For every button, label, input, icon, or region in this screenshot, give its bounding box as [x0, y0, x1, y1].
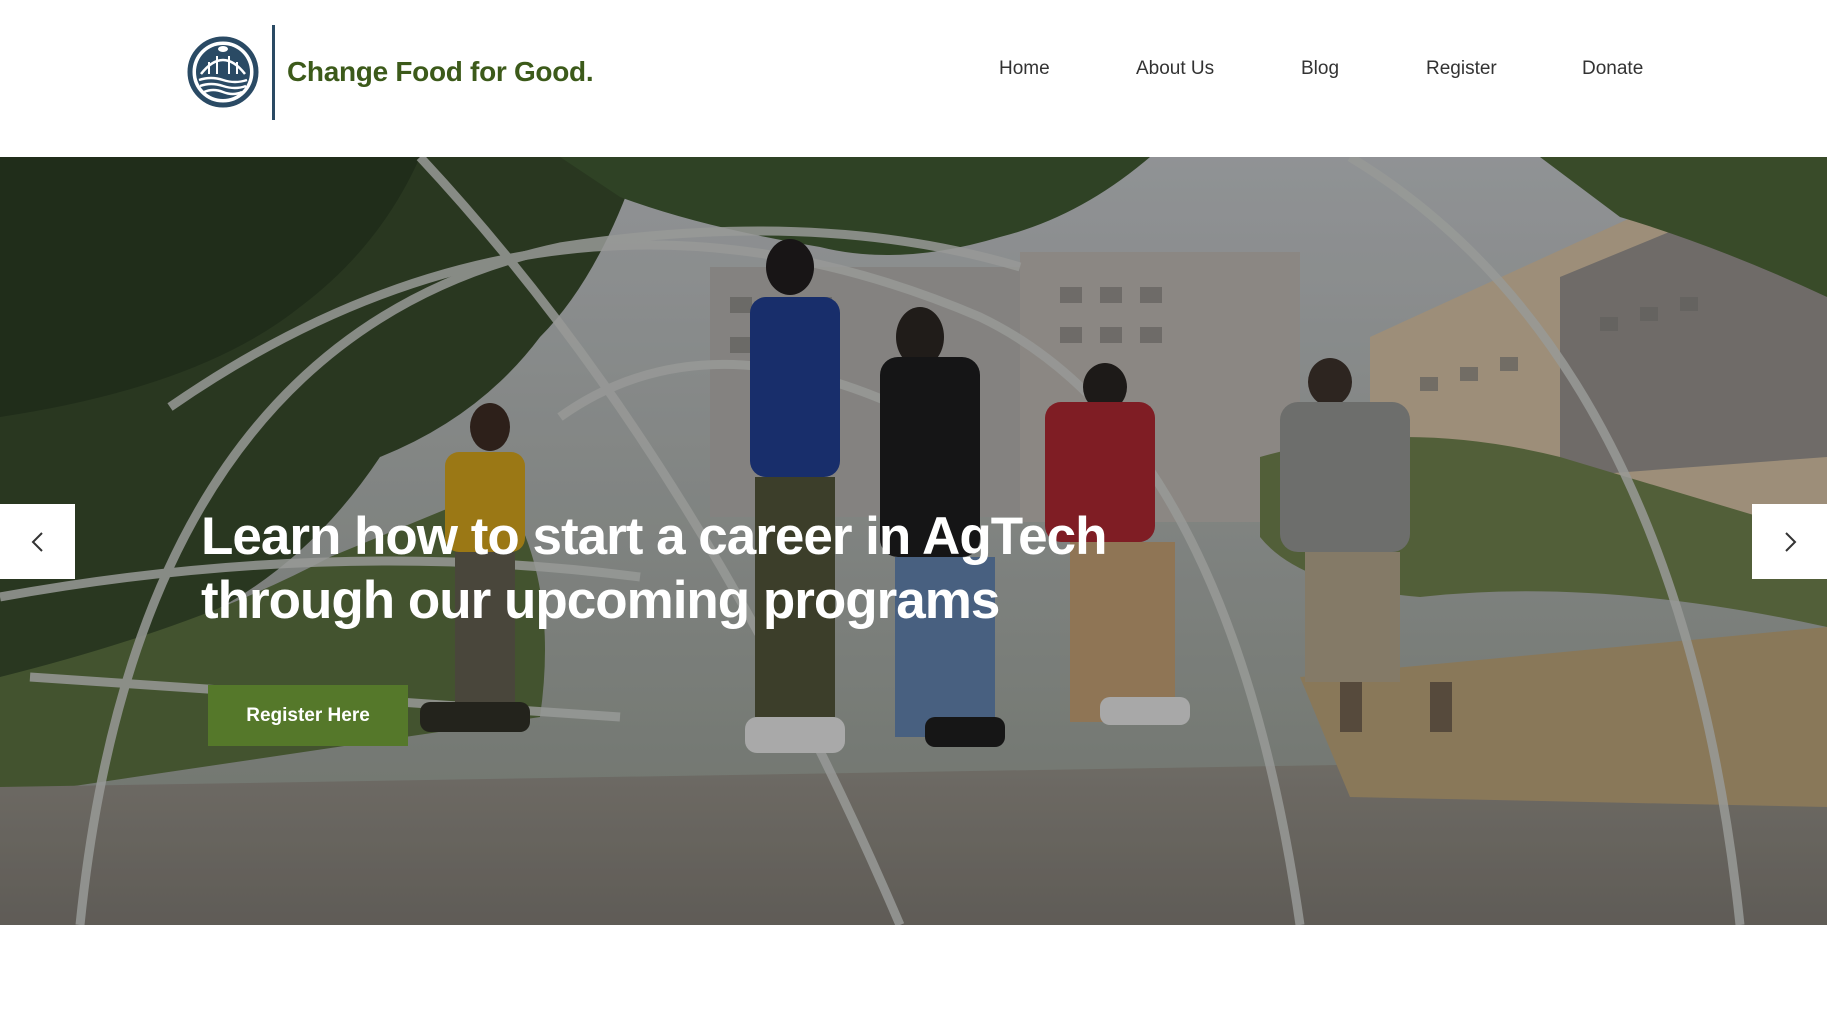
carousel-next-button[interactable]: [1752, 504, 1827, 579]
nav-home[interactable]: Home: [999, 58, 1050, 80]
hero-headline-line1: Learn how to start a career in AgTech: [201, 507, 1107, 566]
chevron-right-icon: [1784, 531, 1796, 552]
logo-divider: [272, 25, 275, 120]
hero-headline-line2: through our upcoming programs: [201, 571, 1000, 630]
hero-carousel: Learn how to start a career in AgTech th…: [0, 157, 1827, 925]
brand-name[interactable]: Change Food for Good.: [287, 56, 594, 88]
greenhouse-logo-icon[interactable]: [187, 36, 259, 108]
nav-about-us[interactable]: About Us: [1136, 58, 1214, 80]
nav-blog[interactable]: Blog: [1301, 58, 1339, 80]
site-header: Change Food for Good. Home About Us Blog…: [0, 0, 1827, 157]
chevron-left-icon: [31, 531, 43, 552]
nav-register[interactable]: Register: [1426, 58, 1497, 80]
carousel-prev-button[interactable]: [0, 504, 75, 579]
hero-headline: Learn how to start a career in AgTech th…: [201, 505, 1301, 633]
nav-donate[interactable]: Donate: [1582, 58, 1643, 80]
register-here-button[interactable]: Register Here: [208, 685, 408, 746]
